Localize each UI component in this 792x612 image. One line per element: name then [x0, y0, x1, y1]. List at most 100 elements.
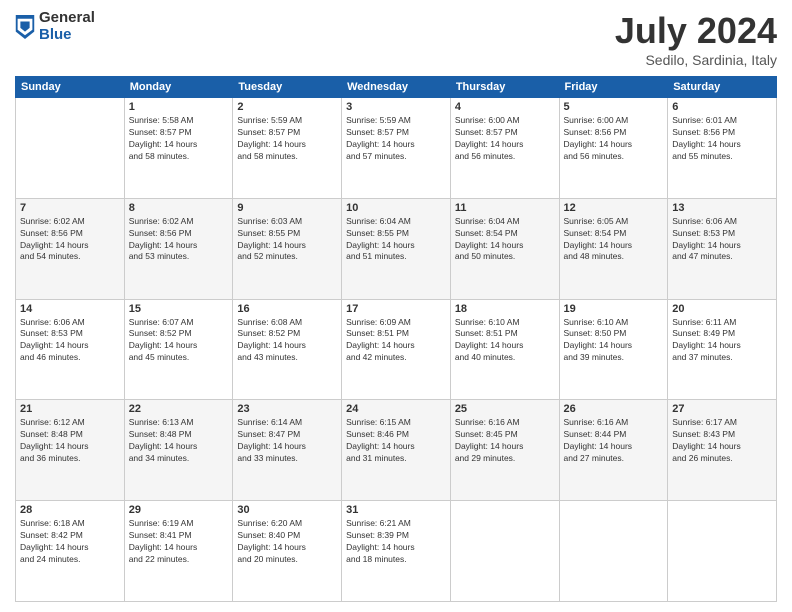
- table-row: [16, 98, 125, 199]
- table-row: 11 Sunrise: 6:04 AM Sunset: 8:54 PM Dayli…: [450, 198, 559, 299]
- day-number: 28: [20, 504, 120, 516]
- day-number: 12: [564, 202, 664, 214]
- day-number: 4: [455, 101, 555, 113]
- day-number: 27: [672, 403, 772, 415]
- table-row: 18 Sunrise: 6:10 AM Sunset: 8:51 PM Dayli…: [450, 299, 559, 400]
- day-info: Sunrise: 6:03 AM Sunset: 8:55 PM Dayligh…: [237, 216, 337, 264]
- logo-text: General Blue: [39, 10, 95, 43]
- table-row: 24 Sunrise: 6:15 AM Sunset: 8:46 PM Dayli…: [342, 400, 451, 501]
- table-row: 31 Sunrise: 6:21 AM Sunset: 8:39 PM Dayli…: [342, 501, 451, 602]
- table-row: 3Sunrise: 5:59 AM Sunset: 8:57 PM Daylig…: [342, 98, 451, 199]
- page: General Blue July 2024 Sedilo, Sardinia,…: [0, 0, 792, 612]
- day-info: Sunrise: 6:12 AM Sunset: 8:48 PM Dayligh…: [20, 417, 120, 465]
- day-info: Sunrise: 5:59 AM Sunset: 8:57 PM Dayligh…: [346, 115, 446, 163]
- day-number: 21: [20, 403, 120, 415]
- day-number: 22: [129, 403, 229, 415]
- day-info: Sunrise: 6:00 AM Sunset: 8:56 PM Dayligh…: [564, 115, 664, 163]
- day-info: Sunrise: 6:18 AM Sunset: 8:42 PM Dayligh…: [20, 518, 120, 566]
- header-monday: Monday: [124, 77, 233, 98]
- day-number: 25: [455, 403, 555, 415]
- day-info: Sunrise: 6:15 AM Sunset: 8:46 PM Dayligh…: [346, 417, 446, 465]
- day-number: 8: [129, 202, 229, 214]
- day-info: Sunrise: 6:19 AM Sunset: 8:41 PM Dayligh…: [129, 518, 229, 566]
- header-tuesday: Tuesday: [233, 77, 342, 98]
- day-info: Sunrise: 6:14 AM Sunset: 8:47 PM Dayligh…: [237, 417, 337, 465]
- table-row: 20 Sunrise: 6:11 AM Sunset: 8:49 PM Dayli…: [668, 299, 777, 400]
- day-info: Sunrise: 6:09 AM Sunset: 8:51 PM Dayligh…: [346, 317, 446, 365]
- header-saturday: Saturday: [668, 77, 777, 98]
- day-number: 19: [564, 303, 664, 315]
- day-number: 29: [129, 504, 229, 516]
- day-number: 30: [237, 504, 337, 516]
- day-info: Sunrise: 6:06 AM Sunset: 8:53 PM Dayligh…: [672, 216, 772, 264]
- table-row: 16 Sunrise: 6:08 AM Sunset: 8:52 PM Dayli…: [233, 299, 342, 400]
- day-number: 20: [672, 303, 772, 315]
- day-number: 16: [237, 303, 337, 315]
- day-info: Sunrise: 6:02 AM Sunset: 8:56 PM Dayligh…: [129, 216, 229, 264]
- day-info: Sunrise: 6:05 AM Sunset: 8:54 PM Dayligh…: [564, 216, 664, 264]
- day-number: 31: [346, 504, 446, 516]
- table-row: 23Sunrise: 6:14 AM Sunset: 8:47 PM Dayli…: [233, 400, 342, 501]
- day-number: 24: [346, 403, 446, 415]
- logo-general-text: General: [39, 10, 95, 27]
- day-number: 10: [346, 202, 446, 214]
- header-friday: Friday: [559, 77, 668, 98]
- header: General Blue July 2024 Sedilo, Sardinia,…: [15, 10, 777, 68]
- week-row-3: 14 Sunrise: 6:06 AM Sunset: 8:53 PM Dayli…: [16, 299, 777, 400]
- logo-icon: [15, 15, 35, 39]
- week-row-1: 1Sunrise: 5:58 AM Sunset: 8:57 PM Daylig…: [16, 98, 777, 199]
- week-row-2: 7 Sunrise: 6:02 AM Sunset: 8:56 PM Daylig…: [16, 198, 777, 299]
- day-number: 7: [20, 202, 120, 214]
- header-wednesday: Wednesday: [342, 77, 451, 98]
- table-row: 2 Sunrise: 5:59 AM Sunset: 8:57 PM Daylig…: [233, 98, 342, 199]
- day-info: Sunrise: 6:21 AM Sunset: 8:39 PM Dayligh…: [346, 518, 446, 566]
- table-row: 10 Sunrise: 6:04 AM Sunset: 8:55 PM Dayli…: [342, 198, 451, 299]
- day-number: 2: [237, 101, 337, 113]
- table-row: 5 Sunrise: 6:00 AM Sunset: 8:56 PM Daylig…: [559, 98, 668, 199]
- day-info: Sunrise: 6:16 AM Sunset: 8:45 PM Dayligh…: [455, 417, 555, 465]
- table-row: 17 Sunrise: 6:09 AM Sunset: 8:51 PM Dayli…: [342, 299, 451, 400]
- table-row: [668, 501, 777, 602]
- day-info: Sunrise: 6:17 AM Sunset: 8:43 PM Dayligh…: [672, 417, 772, 465]
- day-info: Sunrise: 6:00 AM Sunset: 8:57 PM Dayligh…: [455, 115, 555, 163]
- day-number: 18: [455, 303, 555, 315]
- table-row: 7Sunrise: 6:02 AM Sunset: 8:56 PM Daylig…: [16, 198, 125, 299]
- table-row: [559, 501, 668, 602]
- day-info: Sunrise: 6:01 AM Sunset: 8:56 PM Dayligh…: [672, 115, 772, 163]
- day-info: Sunrise: 6:06 AM Sunset: 8:53 PM Dayligh…: [20, 317, 120, 365]
- day-info: Sunrise: 6:10 AM Sunset: 8:50 PM Dayligh…: [564, 317, 664, 365]
- day-info: Sunrise: 5:59 AM Sunset: 8:57 PM Dayligh…: [237, 115, 337, 163]
- day-info: Sunrise: 6:08 AM Sunset: 8:52 PM Dayligh…: [237, 317, 337, 365]
- day-number: 1: [129, 101, 229, 113]
- logo-blue-text: Blue: [39, 27, 95, 44]
- day-number: 17: [346, 303, 446, 315]
- header-sunday: Sunday: [16, 77, 125, 98]
- day-info: Sunrise: 6:20 AM Sunset: 8:40 PM Dayligh…: [237, 518, 337, 566]
- logo: General Blue: [15, 10, 95, 43]
- day-info: Sunrise: 6:04 AM Sunset: 8:54 PM Dayligh…: [455, 216, 555, 264]
- calendar-header-row: Sunday Monday Tuesday Wednesday Thursday…: [16, 77, 777, 98]
- table-row: 14 Sunrise: 6:06 AM Sunset: 8:53 PM Dayli…: [16, 299, 125, 400]
- day-info: Sunrise: 6:04 AM Sunset: 8:55 PM Dayligh…: [346, 216, 446, 264]
- table-row: 13Sunrise: 6:06 AM Sunset: 8:53 PM Dayli…: [668, 198, 777, 299]
- day-info: Sunrise: 6:13 AM Sunset: 8:48 PM Dayligh…: [129, 417, 229, 465]
- day-info: Sunrise: 6:16 AM Sunset: 8:44 PM Dayligh…: [564, 417, 664, 465]
- header-thursday: Thursday: [450, 77, 559, 98]
- day-number: 15: [129, 303, 229, 315]
- day-number: 26: [564, 403, 664, 415]
- table-row: 8 Sunrise: 6:02 AM Sunset: 8:56 PM Daylig…: [124, 198, 233, 299]
- table-row: 21 Sunrise: 6:12 AM Sunset: 8:48 PM Dayli…: [16, 400, 125, 501]
- table-row: 9 Sunrise: 6:03 AM Sunset: 8:55 PM Daylig…: [233, 198, 342, 299]
- calendar-table: Sunday Monday Tuesday Wednesday Thursday…: [15, 76, 777, 602]
- day-info: Sunrise: 6:11 AM Sunset: 8:49 PM Dayligh…: [672, 317, 772, 365]
- table-row: 19 Sunrise: 6:10 AM Sunset: 8:50 PM Dayli…: [559, 299, 668, 400]
- day-info: Sunrise: 6:10 AM Sunset: 8:51 PM Dayligh…: [455, 317, 555, 365]
- day-info: Sunrise: 6:07 AM Sunset: 8:52 PM Dayligh…: [129, 317, 229, 365]
- subtitle: Sedilo, Sardinia, Italy: [615, 52, 777, 68]
- day-number: 14: [20, 303, 120, 315]
- table-row: 29 Sunrise: 6:19 AM Sunset: 8:41 PM Dayli…: [124, 501, 233, 602]
- day-number: 5: [564, 101, 664, 113]
- day-number: 9: [237, 202, 337, 214]
- day-number: 11: [455, 202, 555, 214]
- week-row-4: 21 Sunrise: 6:12 AM Sunset: 8:48 PM Dayli…: [16, 400, 777, 501]
